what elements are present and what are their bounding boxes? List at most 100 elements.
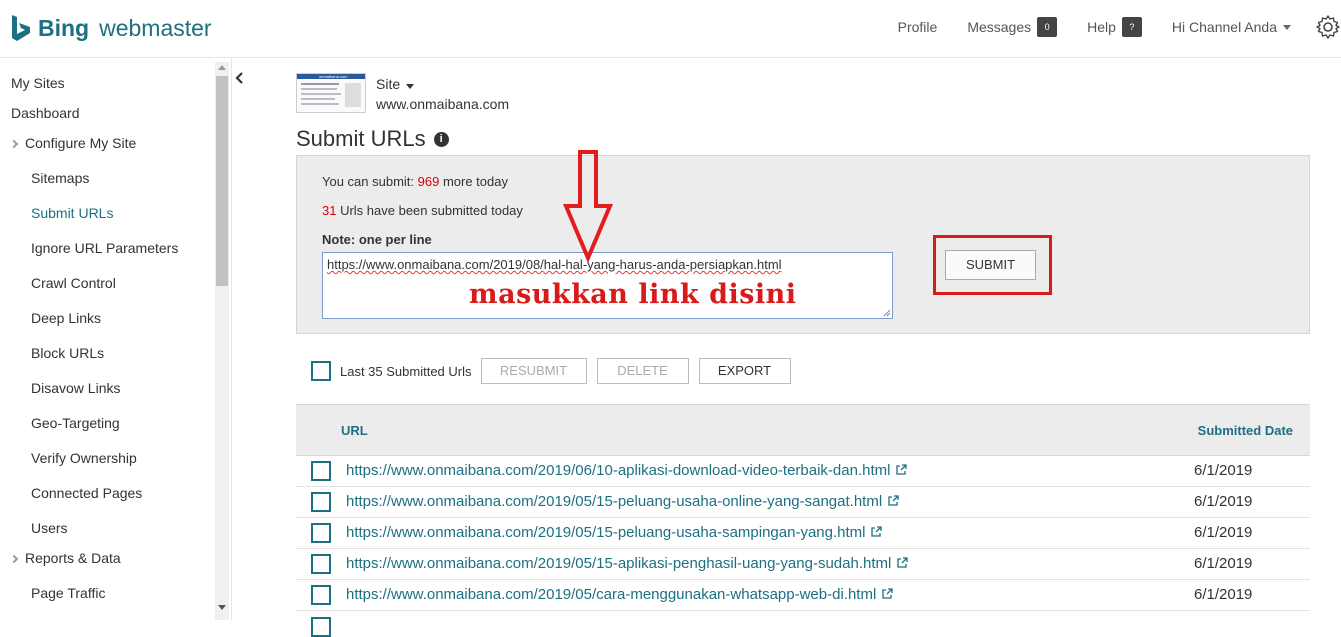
url-text: https://www.onmaibana.com/2019/05/15-apl… <box>346 555 892 572</box>
sidebar: My Sites Dashboard Configure My Site Sit… <box>0 58 232 621</box>
page-title-text: Submit URLs <box>296 126 426 151</box>
row-checkbox[interactable] <box>311 461 331 481</box>
brand-product: webmaster <box>99 14 212 41</box>
url-text: https://www.onmaibana.com/2019/05/cara-m… <box>346 586 877 603</box>
annotation-arrow-icon <box>562 150 614 262</box>
row-checkbox[interactable] <box>311 585 331 605</box>
external-link-icon[interactable] <box>888 495 899 506</box>
row-checkbox[interactable] <box>311 617 331 637</box>
messages-link[interactable]: Messages 0 <box>967 17 1058 37</box>
url-text: https://www.onmaibana.com/2019/05/15-pel… <box>346 493 883 510</box>
page-title: Submit URLs i <box>296 126 449 152</box>
submit-button[interactable]: SUBMIT <box>945 250 1036 280</box>
sidebar-item-sitemaps[interactable]: Sitemaps <box>31 170 89 186</box>
sidebar-item-page-traffic[interactable]: Page Traffic <box>31 585 105 601</box>
site-thumbnail: onmaibana.com <box>296 73 366 113</box>
sidebar-item-my-sites[interactable]: My Sites <box>11 75 65 91</box>
submitted-date: 6/1/2019 <box>1194 524 1253 541</box>
url-link[interactable]: https://www.onmaibana.com/2019/05/15-pel… <box>346 493 899 510</box>
external-link-icon[interactable] <box>896 464 908 475</box>
help-link[interactable]: Help ? <box>1087 17 1142 37</box>
bing-logo-icon <box>12 15 30 41</box>
sidebar-item-users[interactable]: Users <box>31 520 68 536</box>
scrollbar-thumb[interactable] <box>216 76 228 286</box>
quota-prefix: You can submit: <box>322 174 418 189</box>
thumbnail-title: onmaibana.com <box>319 74 348 79</box>
submitted-suffix: Urls have been submitted today <box>336 203 523 218</box>
url-link[interactable]: https://www.onmaibana.com/2019/06/10-apl… <box>346 462 908 479</box>
table-row: https://www.onmaibana.com/2019/06/10-apl… <box>296 456 1310 487</box>
submitted-today-text: 31 Urls have been submitted today <box>322 203 523 218</box>
url-prefix: https://www.onmaibana.com/2019/08/ <box>327 257 544 272</box>
help-badge: ? <box>1121 17 1142 37</box>
select-all-checkbox[interactable] <box>311 361 331 381</box>
user-greeting: Hi Channel Anda <box>1171 19 1277 35</box>
chevron-right-icon <box>9 554 19 564</box>
chevron-down-icon <box>406 84 415 89</box>
resize-grip-icon[interactable] <box>883 309 891 317</box>
messages-count-badge: 0 <box>1037 17 1058 37</box>
chevron-right-icon <box>9 139 19 149</box>
sidebar-item-deep-links[interactable]: Deep Links <box>31 310 101 326</box>
submitted-date: 6/1/2019 <box>1194 555 1253 572</box>
sidebar-item-submit-urls[interactable]: Submit URLs <box>31 205 113 221</box>
table-row: https://www.onmaibana.com/2019/05/cara-m… <box>296 580 1310 611</box>
site-selector[interactable]: Site <box>376 76 415 92</box>
sidebar-item-block-urls[interactable]: Block URLs <box>31 345 104 361</box>
sidebar-item-reports-data[interactable]: Reports & Data <box>9 550 121 566</box>
sidebar-item-dashboard[interactable]: Dashboard <box>11 105 80 121</box>
site-selector-label: Site <box>376 76 401 92</box>
row-checkbox[interactable] <box>311 523 331 543</box>
site-thumbnail-image: onmaibana.com <box>297 74 365 107</box>
sidebar-item-geo-targeting[interactable]: Geo-Targeting <box>31 415 120 431</box>
url-text: https://www.onmaibana.com/2019/06/10-apl… <box>346 462 891 479</box>
user-menu[interactable]: Hi Channel Anda <box>1172 19 1291 35</box>
sidebar-item-connected-pages[interactable]: Connected Pages <box>31 485 142 501</box>
sidebar-item-disavow-links[interactable]: Disavow Links <box>31 380 120 396</box>
brand-bing: Bing <box>38 14 90 41</box>
sidebar-scrollbar[interactable] <box>215 62 229 620</box>
row-checkbox[interactable] <box>311 492 331 512</box>
collapse-sidebar-icon[interactable] <box>234 72 244 84</box>
messages-label: Messages <box>967 19 1032 35</box>
submitted-value: 31 <box>322 203 337 218</box>
sidebar-item-verify-ownership[interactable]: Verify Ownership <box>31 450 137 466</box>
scroll-down-icon[interactable] <box>218 605 226 610</box>
external-link-icon[interactable] <box>871 526 883 537</box>
submit-quota-text: You can submit: 969 more today <box>322 174 508 189</box>
profile-link[interactable]: Profile <box>898 19 938 35</box>
select-all-label: Last 35 Submitted Urls <box>340 363 472 379</box>
table-row <box>296 611 1310 637</box>
delete-button[interactable]: DELETE <box>596 358 689 384</box>
gear-icon[interactable] <box>1315 14 1341 40</box>
submitted-date: 6/1/2019 <box>1194 462 1253 479</box>
external-link-icon[interactable] <box>882 588 893 599</box>
row-checkbox[interactable] <box>311 554 331 574</box>
sidebar-item-ignore-url-parameters[interactable]: Ignore URL Parameters <box>31 240 178 256</box>
external-link-icon[interactable] <box>897 557 908 568</box>
sidebar-item-label: Reports & Data <box>25 550 121 566</box>
column-header-url[interactable]: URL <box>341 423 368 438</box>
annotation-hint: masukkan link disini <box>469 279 797 310</box>
bing-webmaster-logo[interactable]: Bing webmaster <box>10 14 212 42</box>
sidebar-item-configure-my-site[interactable]: Configure My Site <box>9 135 136 151</box>
help-label: Help <box>1087 19 1116 35</box>
column-header-submitted-date[interactable]: Submitted Date <box>1198 423 1293 438</box>
chevron-down-icon <box>1283 24 1291 30</box>
submit-urls-panel: You can submit: 969 more today 31 Urls h… <box>296 155 1310 334</box>
info-icon[interactable]: i <box>433 131 449 147</box>
url-link[interactable]: https://www.onmaibana.com/2019/05/15-pel… <box>346 524 883 541</box>
url-textarea[interactable]: https://www.onmaibana.com/2019/08/hal-ha… <box>322 252 893 319</box>
sidebar-item-crawl-control[interactable]: Crawl Control <box>31 275 116 291</box>
url-link[interactable]: https://www.onmaibana.com/2019/05/cara-m… <box>346 586 893 603</box>
quota-suffix: more today <box>439 174 508 189</box>
submitted-date: 6/1/2019 <box>1194 586 1253 603</box>
top-nav: Profile Messages 0 Help ? Hi Channel And… <box>898 14 1341 40</box>
list-actions: Last 35 Submitted Urls RESUBMIT DELETE E… <box>311 358 791 384</box>
table-row: https://www.onmaibana.com/2019/05/15-apl… <box>296 549 1310 580</box>
resubmit-button[interactable]: RESUBMIT <box>480 358 587 384</box>
export-button[interactable]: EXPORT <box>698 358 791 384</box>
url-link[interactable]: https://www.onmaibana.com/2019/05/15-apl… <box>346 555 908 572</box>
scroll-up-icon[interactable] <box>218 65 226 70</box>
table-row: https://www.onmaibana.com/2019/05/15-pel… <box>296 487 1310 518</box>
